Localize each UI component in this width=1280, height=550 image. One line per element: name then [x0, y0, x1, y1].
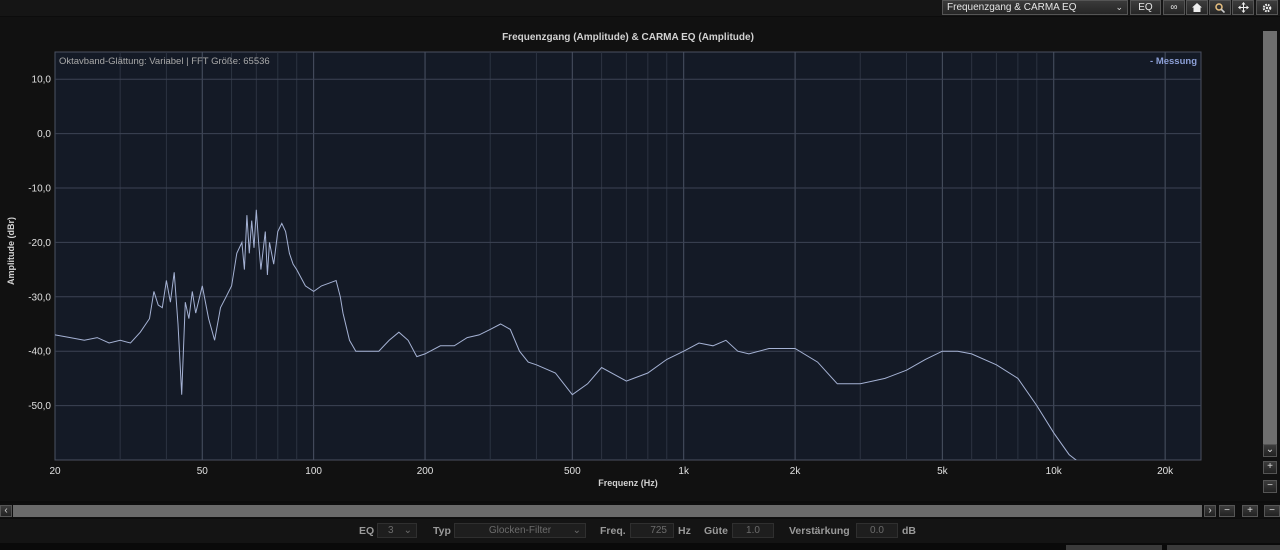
- filter-type-select[interactable]: Glocken-Filter ⌄: [454, 523, 586, 538]
- y-tick-label: -20,0: [28, 238, 51, 249]
- scroll-left-button[interactable]: ‹: [0, 505, 12, 517]
- plot-area[interactable]: [54, 51, 1202, 461]
- top-toolbar: Frequenzgang & CARMA EQ ⌄ EQ ∞: [0, 0, 1280, 16]
- eq-number-value: 3: [388, 525, 394, 536]
- view-select-label: Frequenzgang & CARMA EQ: [947, 2, 1077, 13]
- gain-label: Verstärkung: [789, 525, 850, 537]
- filter-type-value: Glocken-Filter: [488, 525, 552, 536]
- chevron-down-icon: ⌄: [1115, 2, 1123, 12]
- view-select[interactable]: Frequenzgang & CARMA EQ ⌄: [942, 0, 1128, 15]
- legend-messung: - Messung: [1150, 56, 1197, 67]
- chart-title: Frequenzgang (Amplitude) & CARMA EQ (Amp…: [502, 32, 754, 43]
- eq-label: EQ: [359, 525, 375, 537]
- y-tick-label: 10,0: [32, 75, 52, 86]
- vertical-scrollbar[interactable]: ⌄ + −: [1260, 17, 1280, 501]
- bottom-edge: [0, 543, 1280, 550]
- eq-control-bar: EQ 3 ⌄ Typ Glocken-Filter ⌄ Freq. 725 Hz…: [0, 519, 1280, 543]
- zoom-in-y-button[interactable]: +: [1263, 461, 1277, 474]
- x-tick-label: 2k: [790, 466, 802, 477]
- chevron-down-icon: ⌄: [572, 525, 581, 536]
- move-icon[interactable]: [1232, 0, 1254, 15]
- gear-icon[interactable]: [1256, 0, 1278, 15]
- x-tick-label: 20k: [1157, 466, 1174, 477]
- home-icon[interactable]: [1186, 0, 1208, 15]
- x-tick-label: 50: [197, 466, 209, 477]
- y-tick-label: 0,0: [37, 129, 51, 140]
- freq-input[interactable]: 725: [630, 523, 674, 538]
- y-tick-label: -10,0: [28, 184, 51, 195]
- infinity-icon[interactable]: ∞: [1163, 0, 1185, 15]
- x-tick-label: 20: [49, 466, 61, 477]
- zoom-out-y-button[interactable]: −: [1263, 480, 1277, 493]
- guete-label: Güte: [704, 525, 728, 537]
- typ-label: Typ: [433, 525, 451, 537]
- scroll-right-button[interactable]: ›: [1204, 505, 1216, 517]
- zoom-in-x-button[interactable]: +: [1242, 505, 1258, 517]
- x-axis-label: Frequenz (Hz): [598, 478, 658, 488]
- x-tick-label: 5k: [937, 466, 949, 477]
- eq-number-select[interactable]: 3 ⌄: [377, 523, 417, 538]
- x-tick-label: 1k: [678, 466, 690, 477]
- chevron-down-icon: ⌄: [403, 525, 412, 536]
- eq-button[interactable]: EQ: [1130, 0, 1161, 15]
- x-tick-label: 100: [305, 466, 322, 477]
- horizontal-scroll-track[interactable]: [13, 505, 1202, 517]
- magnifier-icon[interactable]: [1209, 0, 1231, 15]
- gain-input[interactable]: 0.0: [856, 523, 898, 538]
- bottom-button-right[interactable]: [1167, 545, 1280, 550]
- x-tick-label: 200: [417, 466, 434, 477]
- vertical-scroll-track[interactable]: [1263, 31, 1277, 457]
- y-tick-label: -50,0: [28, 401, 51, 412]
- frequency-response-chart[interactable]: Frequenzgang (Amplitude) & CARMA EQ (Amp…: [0, 17, 1260, 501]
- y-tick-label: -30,0: [28, 292, 51, 303]
- scroll-down-button[interactable]: ⌄: [1263, 444, 1277, 457]
- guete-input[interactable]: 1.0: [732, 523, 774, 538]
- y-axis-label: Amplitude (dBr): [6, 217, 16, 285]
- x-tick-label: 500: [564, 466, 581, 477]
- horizontal-scrollbar[interactable]: ‹ › − + −: [0, 503, 1280, 518]
- smoothing-info: Oktavband-Glättung: Variabel | FFT Größe…: [59, 56, 270, 67]
- corner-button[interactable]: −: [1264, 505, 1280, 517]
- x-tick-label: 10k: [1046, 466, 1063, 477]
- y-tick-label: -40,0: [28, 347, 51, 358]
- freq-label: Freq.: [600, 525, 626, 537]
- bottom-button-left[interactable]: [1066, 545, 1162, 550]
- gain-unit: dB: [902, 525, 916, 537]
- zoom-out-x-button[interactable]: −: [1219, 505, 1235, 517]
- freq-unit: Hz: [678, 525, 691, 537]
